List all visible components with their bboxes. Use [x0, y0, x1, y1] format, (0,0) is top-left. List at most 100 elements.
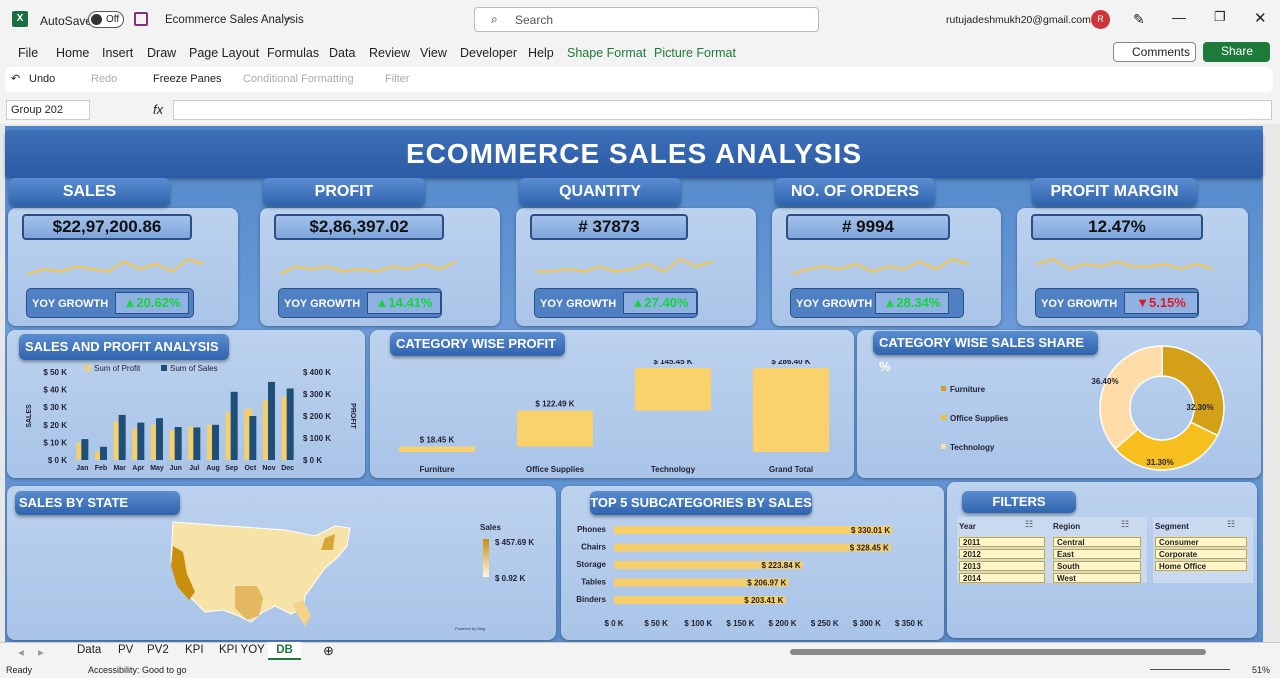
- menu-developer[interactable]: Developer: [460, 46, 517, 60]
- status-ready: Ready: [6, 665, 33, 675]
- slicer-item-region[interactable]: West: [1053, 573, 1141, 583]
- horizontal-scrollbar[interactable]: [790, 649, 1206, 655]
- filter-clear-icon[interactable]: ☷: [1025, 519, 1033, 530]
- top5-value: $ 206.97 K: [747, 579, 786, 588]
- legend-label: Office Supplies: [950, 414, 1009, 423]
- slicer-item-year[interactable]: 2014: [959, 573, 1045, 583]
- legend-label: Furniture: [950, 385, 986, 394]
- category-profit-label: $ 145.45 K: [653, 360, 692, 366]
- menu-home[interactable]: Home: [56, 46, 89, 60]
- menu-insert[interactable]: Insert: [102, 46, 133, 60]
- restore-icon[interactable]: ❐: [1214, 9, 1226, 25]
- share-button[interactable]: Share: [1203, 42, 1270, 62]
- legend-profit: Sum of Profit: [94, 364, 141, 373]
- kpi-value-1: $2,86,397.02: [274, 214, 444, 240]
- top5-title: TOP 5 SUBCATEGORIES BY SALES: [590, 491, 812, 515]
- undo-button[interactable]: Undo: [29, 73, 55, 85]
- slicer-item-region[interactable]: East: [1053, 549, 1141, 559]
- menu-shape-format[interactable]: Shape Format: [567, 46, 646, 60]
- top5-category: Storage: [576, 560, 606, 569]
- filters-title: FILTERS: [962, 491, 1076, 513]
- legend-swatch: [941, 386, 946, 391]
- name-box[interactable]: Group 202: [6, 100, 90, 120]
- accessibility-status[interactable]: Accessibility: Good to go: [88, 665, 187, 675]
- sheet-tab-kpi-yoy[interactable]: KPI YOY: [219, 644, 265, 656]
- map-legend-max: $ 457.69 K: [495, 538, 535, 547]
- file-title[interactable]: Ecommerce Sales Analysis: [165, 14, 304, 26]
- sales-bar: [174, 427, 182, 460]
- menu-file[interactable]: File: [18, 46, 38, 60]
- x-tick: May: [150, 465, 164, 472]
- zoom-slider[interactable]: [1150, 669, 1230, 670]
- slicer-item-segment[interactable]: Consumer: [1155, 537, 1247, 547]
- slicer-item-year[interactable]: 2012: [959, 549, 1045, 559]
- chevron-down-icon[interactable]: ⌄: [284, 12, 292, 23]
- minimize-icon[interactable]: —: [1172, 9, 1186, 25]
- sales-bar: [249, 416, 257, 460]
- fx-icon[interactable]: fx: [153, 102, 163, 117]
- avatar[interactable]: R: [1091, 10, 1110, 29]
- menu-page-layout[interactable]: Page Layout: [189, 46, 259, 60]
- sales-by-state-title: SALES BY STATE: [15, 491, 180, 515]
- sheet-tabs: ◂ ▸ Data PV PV2 KPI KPI YOY DB ⊕: [0, 642, 1280, 660]
- menu-formulas[interactable]: Formulas: [267, 46, 319, 60]
- sheet-tab-data[interactable]: Data: [77, 644, 101, 656]
- menu-help[interactable]: Help: [528, 46, 554, 60]
- kpi-yoy-value-3: ▲28.34%: [875, 292, 949, 314]
- y-right-tick: $ 100 K: [303, 434, 331, 443]
- slicer-item-region[interactable]: South: [1053, 561, 1141, 571]
- menu-picture-format[interactable]: Picture Format: [654, 46, 736, 60]
- sheet-tab-pv[interactable]: PV: [118, 644, 133, 656]
- category-profit-chart: $ 18.45 K Furniture $ 122.49 K Office Suppl…: [399, 360, 829, 474]
- menu-draw[interactable]: Draw: [147, 46, 176, 60]
- filter-clear-icon[interactable]: ☷: [1121, 519, 1129, 530]
- y-left-tick: $ 30 K: [43, 403, 67, 412]
- slicer-item-region[interactable]: Central: [1053, 537, 1141, 547]
- autosave-toggle[interactable]: Off: [88, 11, 124, 28]
- kpi-sparkline-1: [279, 260, 457, 275]
- search-input[interactable]: Search: [515, 13, 553, 27]
- filter-clear-icon[interactable]: ☷: [1227, 519, 1235, 530]
- top5-category: Chairs: [581, 543, 606, 552]
- kpi-sparkline-4: [1036, 257, 1214, 271]
- kpi-yoy-box-4: YOY GROWTH ▼5.15%: [1035, 288, 1199, 318]
- formula-input[interactable]: [173, 100, 1272, 120]
- x-tick: Nov: [262, 465, 275, 472]
- y-right-tick: $ 200 K: [303, 412, 331, 421]
- slicer-item-segment[interactable]: Corporate: [1155, 549, 1247, 559]
- kpi-title-1: PROFIT: [263, 178, 425, 206]
- category-profit-bar: [635, 367, 711, 411]
- kpi-yoy-box-0: YOY GROWTH ▲20.62%: [26, 288, 194, 318]
- prev-sheet-icon[interactable]: ◂: [18, 645, 24, 659]
- search-box[interactable]: ⌕ Search: [474, 7, 819, 32]
- pen-icon[interactable]: ✎: [1133, 11, 1145, 28]
- slicer-item-year[interactable]: 2011: [959, 537, 1045, 547]
- kpi-yoy-box-2: YOY GROWTH ▲27.40%: [534, 288, 698, 318]
- kpi-title-4: PROFIT MARGIN: [1032, 178, 1197, 206]
- next-sheet-icon[interactable]: ▸: [38, 645, 44, 659]
- filter-button[interactable]: Filter: [385, 73, 409, 85]
- sheet-tab-pv2[interactable]: PV2: [147, 644, 169, 656]
- freeze-panes-button[interactable]: Freeze Panes: [153, 73, 221, 85]
- add-sheet-icon[interactable]: ⊕: [323, 643, 334, 659]
- zoom-level[interactable]: 51%: [1252, 665, 1270, 675]
- top5-value: $ 330.01 K: [851, 526, 890, 535]
- menu-review[interactable]: Review: [369, 46, 410, 60]
- undo-icon[interactable]: ↶: [11, 72, 20, 85]
- conditional-formatting-button[interactable]: Conditional Formatting: [243, 73, 354, 85]
- slicer-item-segment[interactable]: Home Office: [1155, 561, 1247, 571]
- close-icon[interactable]: ✕: [1254, 9, 1267, 27]
- menu-data[interactable]: Data: [329, 46, 355, 60]
- sales-bar: [100, 446, 107, 460]
- category-profit-tick: Furniture: [419, 465, 455, 474]
- redo-button[interactable]: Redo: [91, 73, 117, 85]
- save-icon[interactable]: [134, 12, 148, 26]
- slicer-item-year[interactable]: 2013: [959, 561, 1045, 571]
- x-tick: Sep: [225, 465, 238, 472]
- comments-button[interactable]: Comments: [1113, 42, 1196, 62]
- menu-view[interactable]: View: [420, 46, 447, 60]
- legend-swatch-profit: [85, 365, 91, 371]
- sheet-tab-kpi[interactable]: KPI: [185, 644, 204, 656]
- sheet-tab-db[interactable]: DB: [268, 642, 301, 660]
- user-email: rutujadeshmukh20@gmail.com: [946, 14, 1091, 26]
